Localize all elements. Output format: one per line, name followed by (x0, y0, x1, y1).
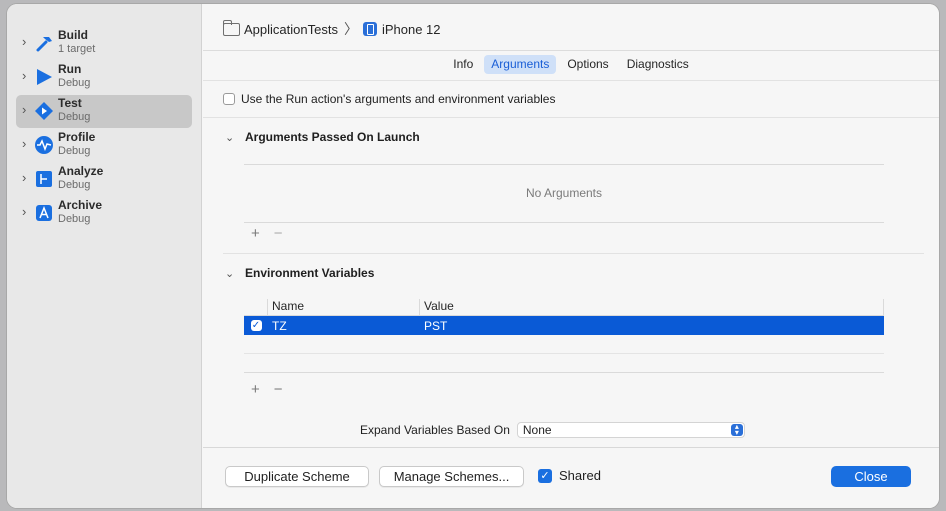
action-name: Archive (58, 198, 103, 212)
env-section-header[interactable]: ⌄ Environment Variables (225, 266, 374, 280)
chevron-right-icon[interactable]: › (22, 171, 32, 185)
disclosure-chevron-down-icon[interactable]: ⌄ (225, 267, 235, 280)
chevron-right-icon[interactable]: › (22, 205, 32, 219)
table-row-empty (244, 354, 884, 373)
tab-bar: Info Arguments Options Diagnostics (203, 55, 939, 74)
add-env-variable-button[interactable]: + (251, 381, 260, 398)
divider (203, 447, 939, 448)
divider (203, 117, 939, 118)
waveform-icon (34, 135, 54, 155)
hammer-icon (34, 33, 54, 53)
env-section-title: Environment Variables (245, 266, 375, 280)
add-argument-button[interactable]: + (251, 225, 260, 242)
breadcrumb: ApplicationTests 〉 iPhone 12 (223, 19, 441, 38)
shared-option[interactable]: ✓ Shared (538, 468, 601, 483)
action-config: Debug (58, 145, 91, 157)
action-profile[interactable]: › Profile Debug (16, 129, 192, 162)
env-variables-table: Name Value ✓ TZ PST (244, 299, 884, 373)
action-name: Test (58, 96, 82, 110)
checkbox-column-header (244, 299, 268, 315)
analyze-icon (34, 169, 54, 189)
row-checkbox-cell: ✓ (244, 320, 268, 331)
scheme-actions-sidebar: › Build 1 target › Run Debug › Test Debu… (7, 4, 202, 508)
column-header-value[interactable]: Value (420, 299, 884, 315)
use-run-args-checkbox[interactable] (223, 93, 235, 105)
no-arguments-text: No Arguments (525, 186, 603, 200)
remove-argument-button[interactable]: − (274, 225, 283, 242)
tab-diagnostics[interactable]: Diagnostics (620, 55, 696, 74)
arguments-controls: + − (251, 225, 283, 242)
use-run-args-option[interactable]: Use the Run action's arguments and envir… (223, 92, 555, 106)
scheme-action-detail: ApplicationTests 〉 iPhone 12 Info Argume… (203, 4, 939, 508)
env-controls: + − (251, 381, 283, 398)
close-button[interactable]: Close (831, 466, 911, 487)
divider (223, 253, 924, 254)
manage-schemes-button[interactable]: Manage Schemes... (379, 466, 524, 487)
duplicate-scheme-button[interactable]: Duplicate Scheme (225, 466, 369, 487)
table-row-empty (244, 335, 884, 354)
remove-env-variable-button[interactable]: − (274, 381, 283, 398)
action-config: Debug (58, 179, 91, 191)
arguments-list: No Arguments (244, 164, 884, 223)
env-enabled-checkbox[interactable]: ✓ (250, 320, 262, 331)
arguments-section-title: Arguments Passed On Launch (245, 130, 420, 144)
tab-info[interactable]: Info (446, 55, 480, 74)
archive-icon (34, 203, 54, 223)
use-run-args-label: Use the Run action's arguments and envir… (241, 92, 556, 106)
breadcrumb-separator-icon: 〉 (343, 21, 358, 37)
tab-options[interactable]: Options (560, 55, 615, 74)
env-name-cell[interactable]: TZ (268, 319, 420, 333)
chevron-right-icon[interactable]: › (22, 69, 32, 83)
shared-label: Shared (559, 468, 601, 483)
divider (203, 80, 939, 81)
action-analyze[interactable]: › Analyze Debug (16, 163, 192, 196)
action-config: Debug (58, 77, 91, 89)
expand-variables-label: Expand Variables Based On (360, 423, 510, 437)
action-config: Debug (58, 213, 91, 225)
arguments-section-header[interactable]: ⌄ Arguments Passed On Launch (225, 130, 420, 144)
action-name: Run (58, 62, 82, 76)
breadcrumb-device[interactable]: iPhone 12 (382, 22, 441, 37)
breadcrumb-scheme[interactable]: ApplicationTests (244, 22, 338, 37)
action-name: Profile (58, 130, 96, 144)
chevron-right-icon[interactable]: › (22, 103, 32, 117)
expand-variables-row: Expand Variables Based On None ▴ ▾ (360, 422, 745, 438)
column-header-name[interactable]: Name (268, 299, 420, 315)
expand-variables-value: None (522, 423, 552, 437)
action-archive[interactable]: › Archive Debug (16, 197, 192, 230)
action-name: Build (58, 28, 88, 42)
action-config: 1 target (58, 43, 96, 55)
action-run[interactable]: › Run Debug (16, 61, 192, 94)
play-icon (34, 67, 54, 87)
env-value-cell[interactable]: PST (420, 319, 884, 333)
chevron-right-icon[interactable]: › (22, 137, 32, 151)
chevron-right-icon[interactable]: › (22, 35, 32, 49)
expand-variables-popup[interactable]: None ▴ ▾ (516, 422, 745, 438)
action-build[interactable]: › Build 1 target (16, 27, 192, 60)
folder-icon (223, 19, 240, 36)
test-diamond-icon (34, 101, 54, 121)
disclosure-chevron-down-icon[interactable]: ⌄ (225, 131, 235, 144)
device-icon (362, 22, 377, 36)
action-config: Debug (58, 111, 91, 123)
action-name: Analyze (58, 164, 104, 178)
action-test[interactable]: › Test Debug (16, 95, 192, 128)
popup-stepper-icon: ▴ ▾ (730, 423, 743, 437)
divider (203, 50, 939, 51)
tab-arguments[interactable]: Arguments (484, 55, 557, 74)
scheme-editor-window: › Build 1 target › Run Debug › Test Debu… (7, 4, 939, 508)
table-row[interactable]: ✓ TZ PST (244, 316, 884, 335)
table-header: Name Value (244, 299, 884, 316)
shared-checkbox[interactable]: ✓ (538, 468, 552, 483)
